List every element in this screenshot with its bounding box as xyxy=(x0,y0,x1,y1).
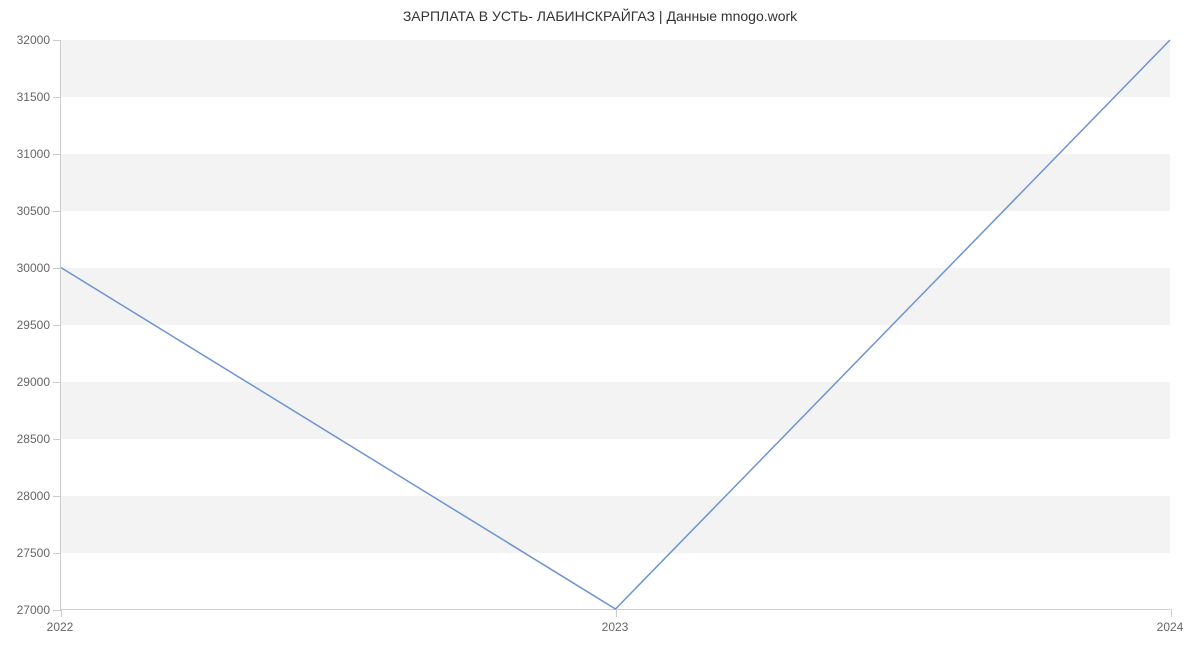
y-tick xyxy=(53,382,61,383)
chart-title: ЗАРПЛАТА В УСТЬ- ЛАБИНСКРАЙГАЗ | Данные … xyxy=(0,8,1200,24)
x-tick xyxy=(1171,609,1172,617)
x-tick xyxy=(61,609,62,617)
chart-container: ЗАРПЛАТА В УСТЬ- ЛАБИНСКРАЙГАЗ | Данные … xyxy=(0,0,1200,650)
y-tick xyxy=(53,610,61,611)
y-axis-label: 31500 xyxy=(17,90,50,104)
y-tick xyxy=(53,268,61,269)
y-axis-label: 29500 xyxy=(17,318,50,332)
y-tick xyxy=(53,40,61,41)
line-series xyxy=(61,40,1170,609)
y-axis-label: 30500 xyxy=(17,204,50,218)
y-axis-label: 32000 xyxy=(17,33,50,47)
x-tick xyxy=(616,609,617,617)
y-tick xyxy=(53,325,61,326)
data-line xyxy=(61,40,1170,609)
y-axis-label: 30000 xyxy=(17,261,50,275)
x-axis-label: 2022 xyxy=(47,620,74,634)
y-axis-label: 28000 xyxy=(17,489,50,503)
y-tick xyxy=(53,553,61,554)
y-tick xyxy=(53,496,61,497)
y-tick xyxy=(53,154,61,155)
y-tick xyxy=(53,439,61,440)
y-axis-label: 27000 xyxy=(17,603,50,617)
y-tick xyxy=(53,97,61,98)
x-axis-label: 2024 xyxy=(1157,620,1184,634)
x-axis-label: 2023 xyxy=(602,620,629,634)
y-axis-label: 31000 xyxy=(17,147,50,161)
plot-area xyxy=(60,40,1170,610)
y-axis-label: 29000 xyxy=(17,375,50,389)
y-tick xyxy=(53,211,61,212)
y-axis-label: 28500 xyxy=(17,432,50,446)
y-axis-label: 27500 xyxy=(17,546,50,560)
